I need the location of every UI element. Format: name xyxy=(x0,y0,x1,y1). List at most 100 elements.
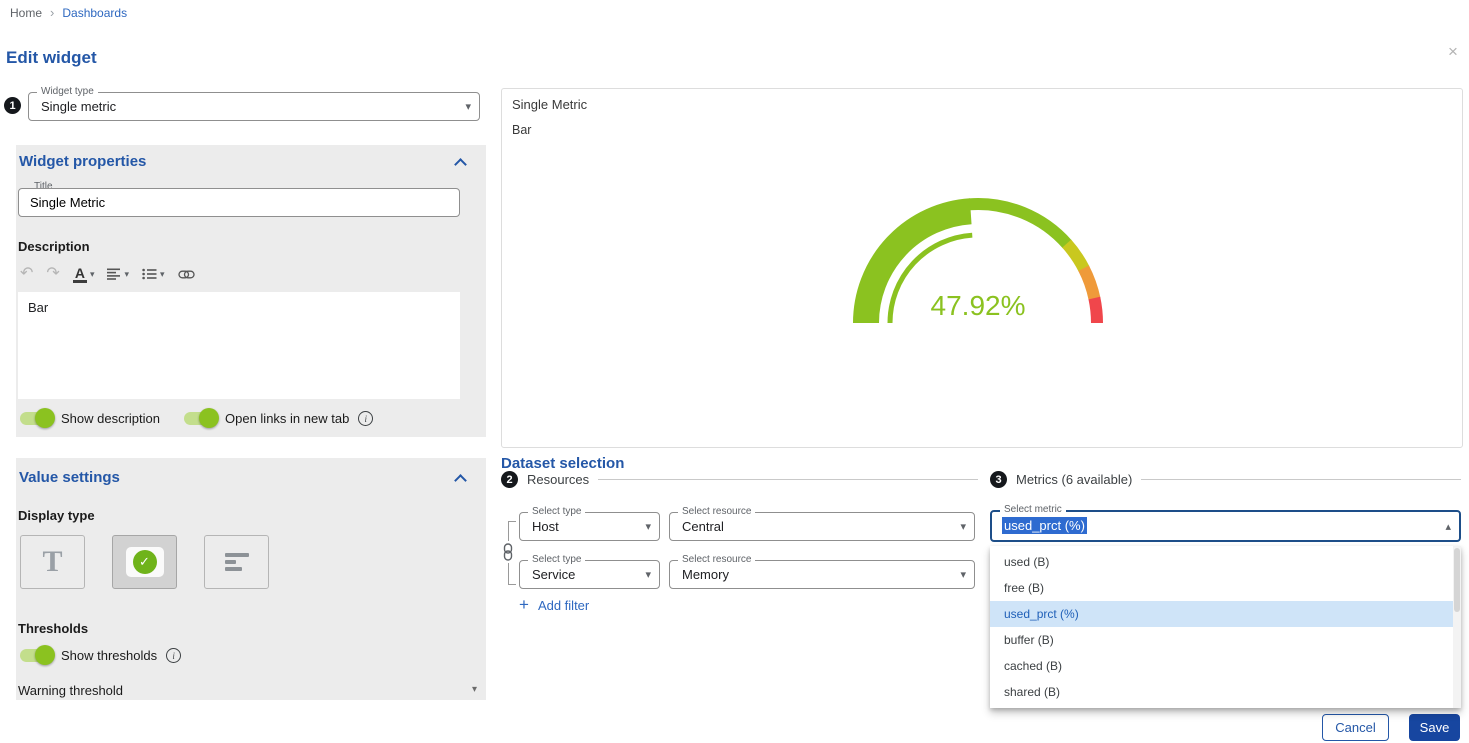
resource-type-select-2[interactable]: Select type Service ▾ xyxy=(519,560,660,589)
description-text: Bar xyxy=(28,300,48,315)
chevron-down-icon: ▾ xyxy=(960,521,966,533)
resources-section-header: 2 Resources xyxy=(501,471,978,488)
toggle-knob xyxy=(199,408,219,428)
show-thresholds-label: Show thresholds xyxy=(61,648,157,663)
metric-select-value: used_prct (%) xyxy=(1002,517,1087,534)
value-settings-panel: Value settings Display type T ✓ Threshol… xyxy=(16,458,486,700)
show-thresholds-toggle[interactable] xyxy=(20,649,52,662)
link-icon xyxy=(178,268,195,281)
widget-properties-header: Widget properties xyxy=(19,153,473,170)
toggle-knob xyxy=(35,408,55,428)
breadcrumb: Home › Dashboards xyxy=(10,5,127,20)
chevron-down-icon: ▾ xyxy=(160,269,165,280)
cancel-button[interactable]: Cancel xyxy=(1322,714,1389,741)
metric-option[interactable]: buffer (B) xyxy=(990,627,1461,653)
thresholds-label: Thresholds xyxy=(18,621,88,636)
link-rows-icon[interactable] xyxy=(500,541,516,563)
description-label: Description xyxy=(18,239,90,254)
text-color-button[interactable]: A ▾ xyxy=(73,266,95,283)
preview-title: Single Metric xyxy=(512,97,587,112)
open-links-label: Open links in new tab xyxy=(225,411,349,426)
select-resource-label: Select resource xyxy=(678,506,755,518)
plus-icon: + xyxy=(519,597,529,613)
align-button[interactable]: ▾ xyxy=(107,268,129,280)
close-icon[interactable]: × xyxy=(1448,42,1458,62)
display-type-text-button[interactable]: T xyxy=(20,535,85,589)
chevron-down-icon: ▾ xyxy=(465,101,471,113)
show-thresholds-toggle-row: Show thresholds i xyxy=(20,648,181,663)
metric-option[interactable]: cached (B) xyxy=(990,653,1461,679)
chevron-down-icon: ▾ xyxy=(124,269,129,280)
resource-type-select-1[interactable]: Select type Host ▾ xyxy=(519,512,660,541)
description-toolbar: ↶ ↷ A ▾ ▾ ▾ xyxy=(20,262,208,286)
preview-description: Bar xyxy=(512,123,531,137)
page-title: Edit widget xyxy=(6,48,97,68)
select-resource-label: Select resource xyxy=(678,554,755,566)
divider xyxy=(1141,479,1461,480)
dropdown-scrollbar[interactable] xyxy=(1453,546,1461,708)
widget-preview-panel: Single Metric Bar 47.92% xyxy=(501,88,1463,448)
selected-check-icon: ✓ xyxy=(133,550,157,574)
display-type-bar-button[interactable] xyxy=(204,535,269,589)
metric-option[interactable]: used (B) xyxy=(990,549,1461,575)
collapse-chevron-up-icon[interactable] xyxy=(454,158,467,171)
scrollbar-down-icon[interactable]: ▾ xyxy=(472,684,477,695)
chevron-down-icon: ▾ xyxy=(645,569,651,581)
metrics-label: Metrics (6 available) xyxy=(1016,472,1132,487)
display-type-gauge-button[interactable]: ✓ xyxy=(112,535,177,589)
bar-display-icon xyxy=(225,553,249,571)
metric-option[interactable]: free (B) xyxy=(990,575,1461,601)
metric-option[interactable]: shared (B) xyxy=(990,679,1461,705)
chevron-down-icon: ▾ xyxy=(645,521,651,533)
divider xyxy=(598,479,978,480)
resource-select-2[interactable]: Select resource Memory ▾ xyxy=(669,560,975,589)
show-description-label: Show description xyxy=(61,411,160,426)
select-metric-label: Select metric xyxy=(1000,504,1066,516)
step-1-badge: 1 xyxy=(4,97,21,114)
resource-select-1[interactable]: Select resource Central ▾ xyxy=(669,512,975,541)
metric-options-list: used (B) free (B) used_prct (%) buffer (… xyxy=(990,546,1461,708)
info-icon[interactable]: i xyxy=(166,648,181,663)
step-3-badge: 3 xyxy=(990,471,1007,488)
insert-link-button[interactable] xyxy=(178,268,195,281)
text-display-icon: T xyxy=(42,547,62,577)
description-editor[interactable]: Bar xyxy=(18,292,460,399)
widget-type-select[interactable]: Widget type Single metric ▾ xyxy=(28,92,480,121)
list-button[interactable]: ▾ xyxy=(142,268,165,280)
metric-option-selected[interactable]: used_prct (%) xyxy=(990,601,1461,627)
metrics-section-header: 3 Metrics (6 available) xyxy=(990,471,1461,488)
step-2-badge: 2 xyxy=(501,471,518,488)
save-button[interactable]: Save xyxy=(1409,714,1460,741)
widget-type-label: Widget type xyxy=(37,86,98,98)
metric-select[interactable]: Select metric used_prct (%) ▴ xyxy=(990,510,1461,542)
redo-icon[interactable]: ↷ xyxy=(46,266,59,282)
widget-properties-title: Widget properties xyxy=(19,153,146,170)
add-filter-label: Add filter xyxy=(538,598,589,613)
gauge-value-text: 47.92% xyxy=(931,290,1026,321)
display-type-label: Display type xyxy=(18,508,95,523)
add-filter-button[interactable]: + Add filter xyxy=(519,597,589,613)
undo-icon[interactable]: ↶ xyxy=(20,266,33,282)
collapse-chevron-up-icon[interactable] xyxy=(454,474,467,487)
breadcrumb-separator-icon: › xyxy=(50,5,54,20)
warning-threshold-label: Warning threshold xyxy=(18,683,123,698)
list-icon xyxy=(142,268,157,280)
title-input[interactable] xyxy=(18,188,460,217)
resources-label: Resources xyxy=(527,472,589,487)
value-settings-title: Value settings xyxy=(19,469,120,486)
breadcrumb-dashboards-link[interactable]: Dashboards xyxy=(62,6,127,20)
dataset-selection-heading: Dataset selection xyxy=(501,455,624,472)
toggle-knob xyxy=(35,645,55,665)
show-description-toggle[interactable] xyxy=(20,412,52,425)
open-links-toggle[interactable] xyxy=(184,412,216,425)
chevron-down-icon: ▾ xyxy=(90,269,95,280)
chevron-up-icon: ▴ xyxy=(1445,520,1451,533)
info-icon[interactable]: i xyxy=(358,411,373,426)
select-type-label: Select type xyxy=(528,554,585,566)
align-icon xyxy=(107,268,121,280)
breadcrumb-home-link[interactable]: Home xyxy=(10,6,42,20)
gauge-chart: 47.92% xyxy=(832,183,1124,335)
chevron-down-icon: ▾ xyxy=(960,569,966,581)
widget-properties-panel: Widget properties Title Description ↶ ↷ … xyxy=(16,145,486,437)
show-description-toggle-row: Show description Open links in new tab i xyxy=(20,411,373,426)
